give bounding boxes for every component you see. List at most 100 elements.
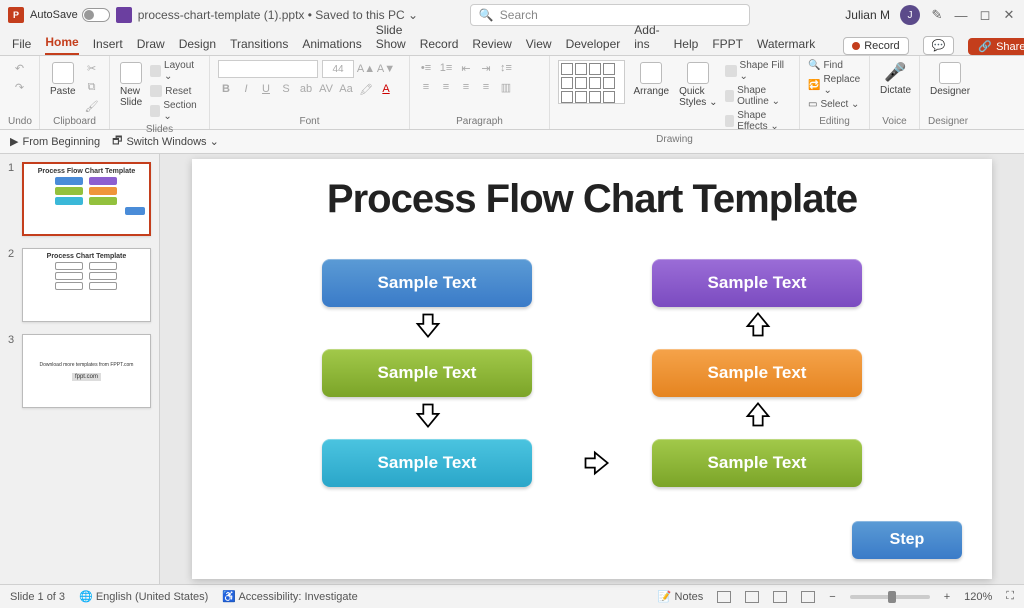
numbering-icon[interactable]: 1≡ <box>438 60 454 76</box>
align-center-icon[interactable]: ≡ <box>438 79 454 95</box>
undo-icon[interactable]: ↶ <box>12 60 28 76</box>
find-button[interactable]: 🔍 Find <box>808 60 843 71</box>
zoom-out-button[interactable]: − <box>829 591 835 603</box>
switch-windows-button[interactable]: 🗗 Switch Windows ⌄ <box>112 132 219 151</box>
slideshow-view-icon[interactable] <box>801 591 815 603</box>
bullets-icon[interactable]: •≡ <box>418 60 434 76</box>
tab-help[interactable]: Help <box>674 33 699 55</box>
flow-box-2[interactable]: Sample Text <box>322 349 532 397</box>
minimize-icon[interactable]: — <box>954 8 968 22</box>
normal-view-icon[interactable] <box>717 591 731 603</box>
accessibility-status[interactable]: ♿ Accessibility: Investigate <box>222 590 357 603</box>
arrow-up-icon[interactable] <box>744 311 772 339</box>
reading-view-icon[interactable] <box>773 591 787 603</box>
share-button[interactable]: 🔗 Share ⌄ <box>968 38 1024 55</box>
bold-button[interactable]: B <box>218 81 234 97</box>
tab-view[interactable]: View <box>526 33 552 55</box>
font-size-select[interactable] <box>322 60 354 78</box>
flow-box-1[interactable]: Sample Text <box>322 259 532 307</box>
align-left-icon[interactable]: ≡ <box>418 79 434 95</box>
close-icon[interactable]: ✕ <box>1002 8 1016 22</box>
quick-styles-button[interactable]: Quick Styles ⌄ <box>677 60 719 110</box>
slide-canvas[interactable]: Process Flow Chart Template Sample Text … <box>160 154 1024 584</box>
redo-icon[interactable]: ↷ <box>12 79 28 95</box>
indent-dec-icon[interactable]: ⇤ <box>458 60 474 76</box>
case-button[interactable]: Aa <box>338 81 354 97</box>
slide-title[interactable]: Process Flow Chart Template <box>192 177 992 222</box>
fit-to-window-icon[interactable]: ⛶ <box>1006 590 1014 603</box>
char-spacing-button[interactable]: AV <box>318 81 334 97</box>
save-icon[interactable] <box>116 7 132 23</box>
indent-inc-icon[interactable]: ⇥ <box>478 60 494 76</box>
columns-icon[interactable]: ▥ <box>498 79 514 95</box>
flow-box-4[interactable]: Sample Text <box>652 259 862 307</box>
tab-fppt[interactable]: FPPT <box>712 33 743 55</box>
tab-transitions[interactable]: Transitions <box>230 33 288 55</box>
flow-box-6[interactable]: Sample Text <box>652 439 862 487</box>
arrow-down-icon[interactable] <box>414 311 442 339</box>
align-right-icon[interactable]: ≡ <box>458 79 474 95</box>
language-status[interactable]: 🌐 English (United States) <box>79 590 208 603</box>
strike-button[interactable]: S <box>278 81 294 97</box>
zoom-slider[interactable] <box>850 595 930 599</box>
tab-draw[interactable]: Draw <box>137 33 165 55</box>
comments-button[interactable]: 💬 <box>923 36 955 55</box>
sorter-view-icon[interactable] <box>745 591 759 603</box>
tab-addins[interactable]: Add-ins <box>634 19 659 55</box>
pen-icon[interactable]: ✎ <box>930 8 944 22</box>
arrow-up-icon[interactable] <box>744 401 772 429</box>
tab-developer[interactable]: Developer <box>566 33 621 55</box>
copy-icon[interactable]: ⧉ <box>84 79 100 95</box>
tab-design[interactable]: Design <box>179 33 216 55</box>
arrow-down-icon[interactable] <box>414 401 442 429</box>
underline-button[interactable]: U <box>258 81 274 97</box>
step-box[interactable]: Step <box>852 521 962 559</box>
select-button[interactable]: ▭ Select ⌄ <box>808 99 859 110</box>
tab-slideshow[interactable]: Slide Show <box>376 19 406 55</box>
thumbnail-1[interactable]: 1 Process Flow Chart Template <box>8 162 151 236</box>
new-slide-button[interactable]: New Slide <box>118 60 144 110</box>
toggle-off-icon[interactable] <box>82 8 110 22</box>
italic-button[interactable]: I <box>238 81 254 97</box>
tab-insert[interactable]: Insert <box>93 33 123 55</box>
flow-box-5[interactable]: Sample Text <box>652 349 862 397</box>
replace-button[interactable]: 🔁 Replace ⌄ <box>808 74 861 96</box>
designer-button[interactable]: Designer <box>928 60 972 99</box>
highlight-button[interactable]: 🖍 <box>358 81 374 97</box>
user-name[interactable]: Julian M <box>845 8 890 22</box>
tab-file[interactable]: File <box>12 33 31 55</box>
shape-fill-button[interactable]: Shape Fill ⌄ <box>725 60 791 82</box>
search-input[interactable]: 🔍 Search <box>470 4 750 26</box>
tab-review[interactable]: Review <box>472 33 511 55</box>
font-family-select[interactable] <box>218 60 318 78</box>
dec-font-icon[interactable]: A▼ <box>378 61 394 77</box>
font-color-button[interactable]: A <box>378 81 394 97</box>
paste-button[interactable]: Paste <box>48 60 78 99</box>
tab-home[interactable]: Home <box>45 31 78 55</box>
line-spacing-icon[interactable]: ↕≡ <box>498 60 514 76</box>
record-button[interactable]: Record <box>843 37 908 55</box>
shadow-button[interactable]: ab <box>298 81 314 97</box>
tab-animations[interactable]: Animations <box>302 33 361 55</box>
flow-box-3[interactable]: Sample Text <box>322 439 532 487</box>
dictate-button[interactable]: 🎤Dictate <box>878 60 913 98</box>
section-button[interactable]: Section ⌄ <box>150 100 201 122</box>
thumbnail-2[interactable]: 2 Process Chart Template <box>8 248 151 322</box>
notes-button[interactable]: 📝 Notes <box>658 590 704 603</box>
slide[interactable]: Process Flow Chart Template Sample Text … <box>192 159 992 579</box>
shape-outline-button[interactable]: Shape Outline ⌄ <box>725 85 791 107</box>
shapes-gallery[interactable] <box>558 60 625 104</box>
zoom-in-button[interactable]: + <box>944 591 950 603</box>
arrow-right-icon[interactable] <box>582 449 610 477</box>
avatar[interactable]: J <box>900 5 920 25</box>
inc-font-icon[interactable]: A▲ <box>358 61 374 77</box>
tab-watermark[interactable]: Watermark <box>757 33 815 55</box>
maximize-icon[interactable]: ◻ <box>978 8 992 22</box>
tab-record[interactable]: Record <box>420 33 459 55</box>
thumbnail-3[interactable]: 3 Download more templates from FPPT.com … <box>8 334 151 408</box>
cut-icon[interactable]: ✂ <box>84 60 100 76</box>
shape-effects-button[interactable]: Shape Effects ⌄ <box>725 110 791 132</box>
zoom-level[interactable]: 120% <box>964 591 992 603</box>
from-beginning-button[interactable]: ▶ From Beginning <box>10 135 100 148</box>
justify-icon[interactable]: ≡ <box>478 79 494 95</box>
